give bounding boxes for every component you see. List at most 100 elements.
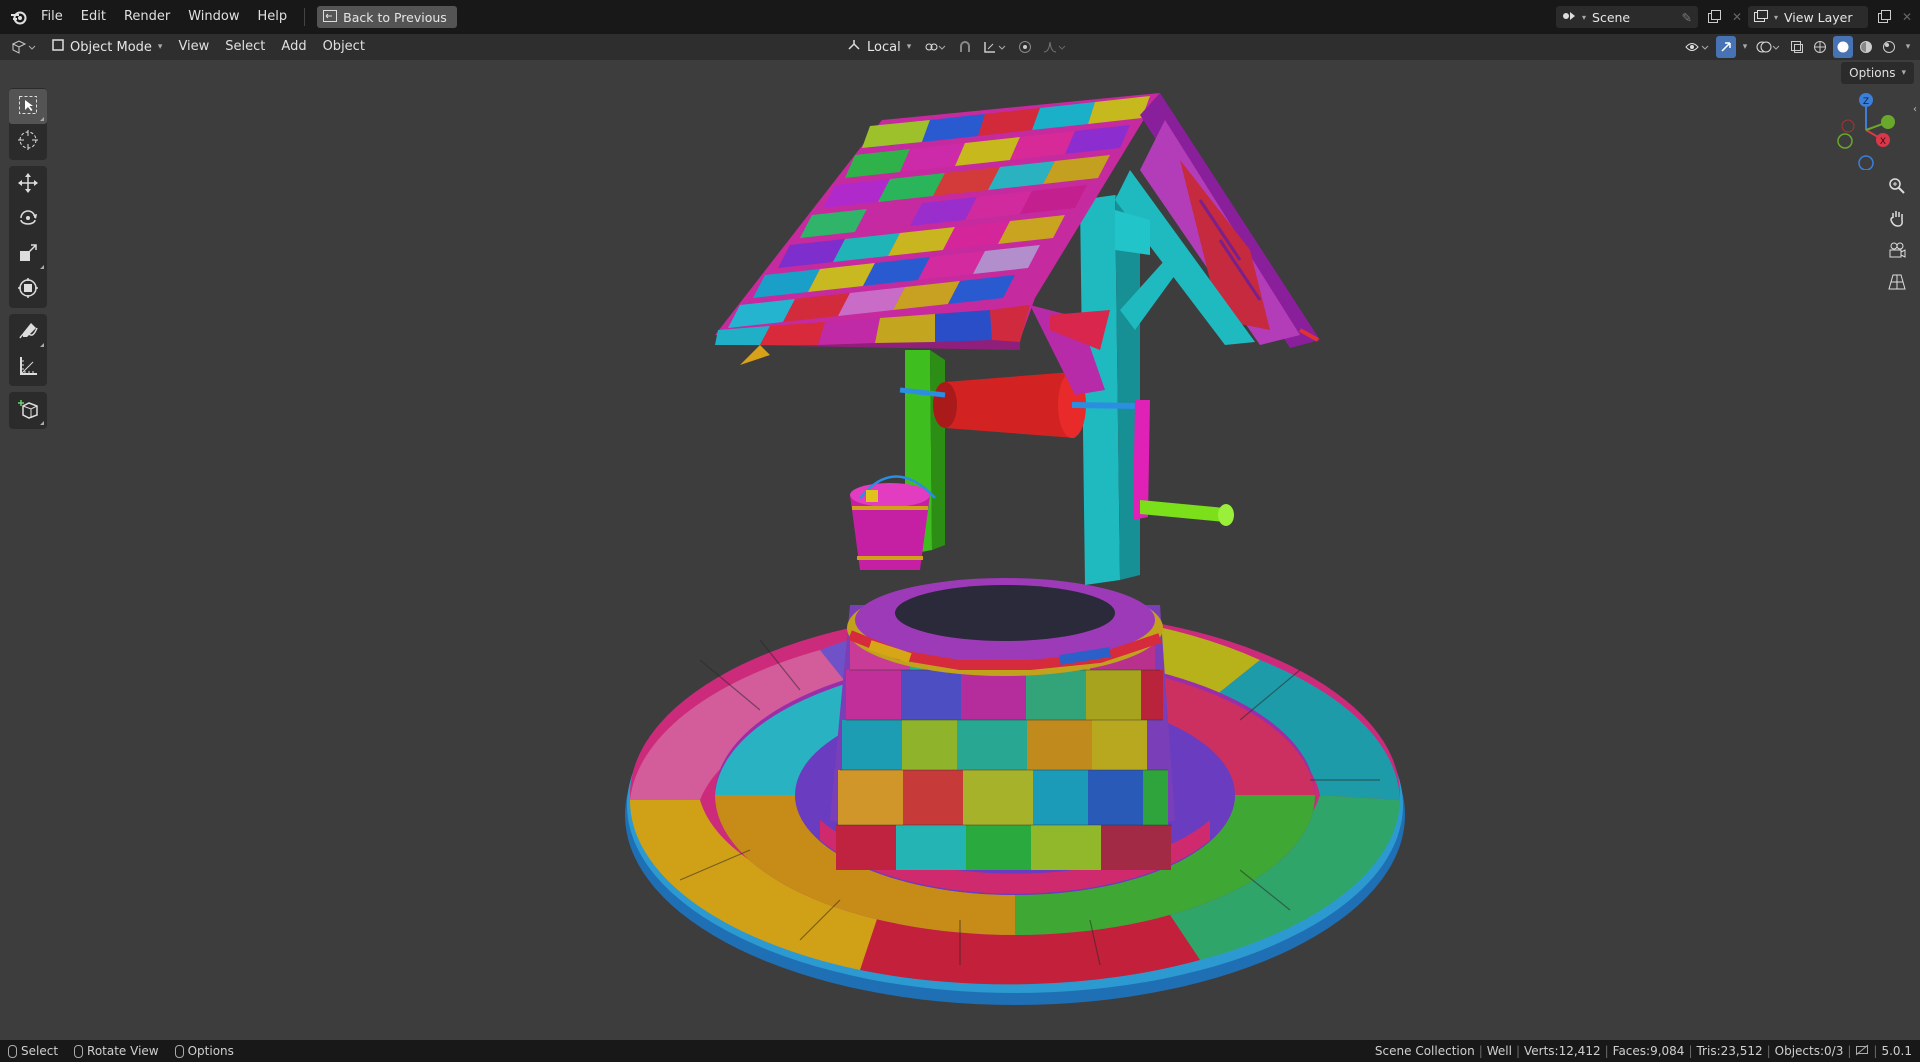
new-view-layer-icon[interactable] xyxy=(1872,6,1896,28)
navigation-gizmo[interactable]: Z X xyxy=(1820,90,1900,170)
tool-group-annotate xyxy=(9,314,47,386)
cursor-tool[interactable] xyxy=(9,124,47,159)
move-tool[interactable] xyxy=(9,167,47,202)
viewport-options-button[interactable]: Options ▾ xyxy=(1841,62,1914,84)
menu-render[interactable]: Render xyxy=(115,6,179,28)
gizmo-y-icon[interactable] xyxy=(1881,115,1895,129)
stat-object: Well xyxy=(1486,1044,1512,1058)
stat-faces: Faces:9,084 xyxy=(1612,1044,1685,1058)
scene-statistics: Scene Collection | Well | Verts:12,412 |… xyxy=(1374,1044,1912,1059)
close-view-layer-icon[interactable]: ✕ xyxy=(1900,6,1914,28)
select-box-tool[interactable] xyxy=(9,89,47,124)
pan-hand-icon[interactable] xyxy=(1882,204,1912,232)
zoom-icon[interactable] xyxy=(1882,172,1912,200)
annotate-icon xyxy=(17,320,39,345)
gizmo-neg-x-icon[interactable] xyxy=(1841,119,1855,133)
navigation-buttons xyxy=(1882,172,1912,296)
xray-toggle-icon[interactable] xyxy=(1787,36,1807,58)
scene-name: Scene xyxy=(1592,9,1631,25)
transform-orientation-select[interactable]: Local ▾ xyxy=(839,36,915,58)
chevron-down-icon[interactable]: ▾ xyxy=(1739,36,1751,58)
pin-icon[interactable]: ✎ xyxy=(1682,10,1692,25)
orientation-icon xyxy=(847,39,861,55)
scale-icon xyxy=(17,242,39,267)
perspective-toggle-icon[interactable] xyxy=(1882,268,1912,296)
rotate-tool[interactable] xyxy=(9,202,47,237)
view-layer-selector[interactable]: ▾ View Layer xyxy=(1748,6,1868,28)
bucket xyxy=(850,475,936,570)
wireframe-shading-icon[interactable] xyxy=(1810,36,1830,58)
snap-icon[interactable] xyxy=(955,36,975,58)
hint-select: Select xyxy=(8,1044,58,1058)
mouse-left-icon xyxy=(8,1044,17,1058)
tool-group-transform xyxy=(9,166,47,308)
scale-tool[interactable] xyxy=(9,237,47,272)
measure-tool[interactable] xyxy=(9,350,47,385)
editor-type-icon[interactable] xyxy=(8,36,40,58)
new-scene-icon[interactable] xyxy=(1702,6,1726,28)
stat-objects: Objects:0/3 xyxy=(1774,1044,1844,1058)
transform-icon xyxy=(17,277,39,302)
menu-view[interactable]: View xyxy=(170,36,217,58)
annotate-tool[interactable] xyxy=(9,315,47,350)
hint-select-label: Select xyxy=(21,1044,59,1058)
view-layer-icon xyxy=(1754,9,1768,25)
chevron-down-icon[interactable]: ▾ xyxy=(1902,36,1914,58)
menu-add[interactable]: Add xyxy=(273,36,314,58)
sidebar-toggle-icon[interactable]: ‹ xyxy=(1910,100,1920,118)
options-label: Options xyxy=(1849,66,1896,80)
menu-file[interactable]: File xyxy=(32,6,72,28)
chevron-down-icon: ▾ xyxy=(1901,68,1906,78)
mouse-right-icon xyxy=(174,1044,184,1058)
menu-window[interactable]: Window xyxy=(179,6,248,28)
tool-shelf xyxy=(9,88,47,435)
select-box-icon xyxy=(17,94,39,119)
view-layer-name: View Layer xyxy=(1784,9,1853,25)
chevron-down-icon: ▾ xyxy=(1582,12,1587,22)
pivot-point-icon[interactable] xyxy=(921,36,949,58)
viewport-display-controls: ▾ ▾ xyxy=(1683,36,1914,58)
object-mode-icon xyxy=(52,39,64,55)
viewport-header: Object Mode ▾ View Select Add Object Loc… xyxy=(0,34,1920,60)
scene-selector[interactable]: ▾ Scene ✎ xyxy=(1556,6,1698,28)
chevron-down-icon: ▾ xyxy=(157,42,163,52)
menu-edit[interactable]: Edit xyxy=(72,6,115,28)
gizmo-toggle-icon[interactable] xyxy=(1716,36,1736,58)
object-mode-select[interactable]: Object Mode ▾ xyxy=(44,36,170,58)
hint-options-label: Options xyxy=(187,1044,234,1058)
chevron-down-icon: ▾ xyxy=(1774,12,1779,22)
well-3d-model[interactable] xyxy=(0,60,1920,1040)
stat-tris: Tris:23,512 xyxy=(1696,1044,1763,1058)
gizmo-neg-y-icon[interactable] xyxy=(1837,133,1853,149)
measure-icon xyxy=(17,355,39,380)
menu-object[interactable]: Object xyxy=(315,36,373,58)
solid-shading-icon[interactable] xyxy=(1833,36,1853,58)
material-shading-icon[interactable] xyxy=(1856,36,1876,58)
menu-help[interactable]: Help xyxy=(249,6,297,28)
blender-logo-icon[interactable] xyxy=(6,6,32,28)
mouse-middle-icon xyxy=(74,1044,84,1058)
camera-view-icon[interactable] xyxy=(1882,236,1912,264)
tool-group-select xyxy=(9,88,47,160)
back-to-previous-button[interactable]: Back to Previous xyxy=(317,6,457,28)
transform-tool[interactable] xyxy=(9,272,47,307)
visibility-icon[interactable] xyxy=(1683,36,1713,58)
crank-handle xyxy=(1133,400,1234,526)
proportional-falloff-icon[interactable] xyxy=(1041,36,1069,58)
3d-viewport[interactable]: Options ▾ ‹ Z X xyxy=(0,60,1920,1040)
menu-select[interactable]: Select xyxy=(217,36,273,58)
status-bar: Select Rotate View Options Scene Collect… xyxy=(0,1040,1920,1062)
top-menu-bar: File Edit Render Window Help Back to Pre… xyxy=(0,0,1920,34)
close-scene-icon[interactable]: ✕ xyxy=(1730,6,1744,28)
orientation-label: Local xyxy=(867,39,901,55)
rendered-shading-icon[interactable] xyxy=(1879,36,1899,58)
add-cube-tool[interactable] xyxy=(9,393,47,428)
snap-target-icon[interactable] xyxy=(981,36,1009,58)
hint-rotate-view: Rotate View xyxy=(74,1044,159,1058)
overlays-icon[interactable] xyxy=(1754,36,1784,58)
workspace-selectors: ▾ Scene ✎ ✕ ▾ View Layer ✕ xyxy=(1556,6,1914,28)
gpu-icon xyxy=(1855,1044,1869,1059)
move-icon xyxy=(17,172,39,197)
proportional-editing-icon[interactable] xyxy=(1015,36,1035,58)
gizmo-neg-z-icon[interactable] xyxy=(1858,155,1874,170)
